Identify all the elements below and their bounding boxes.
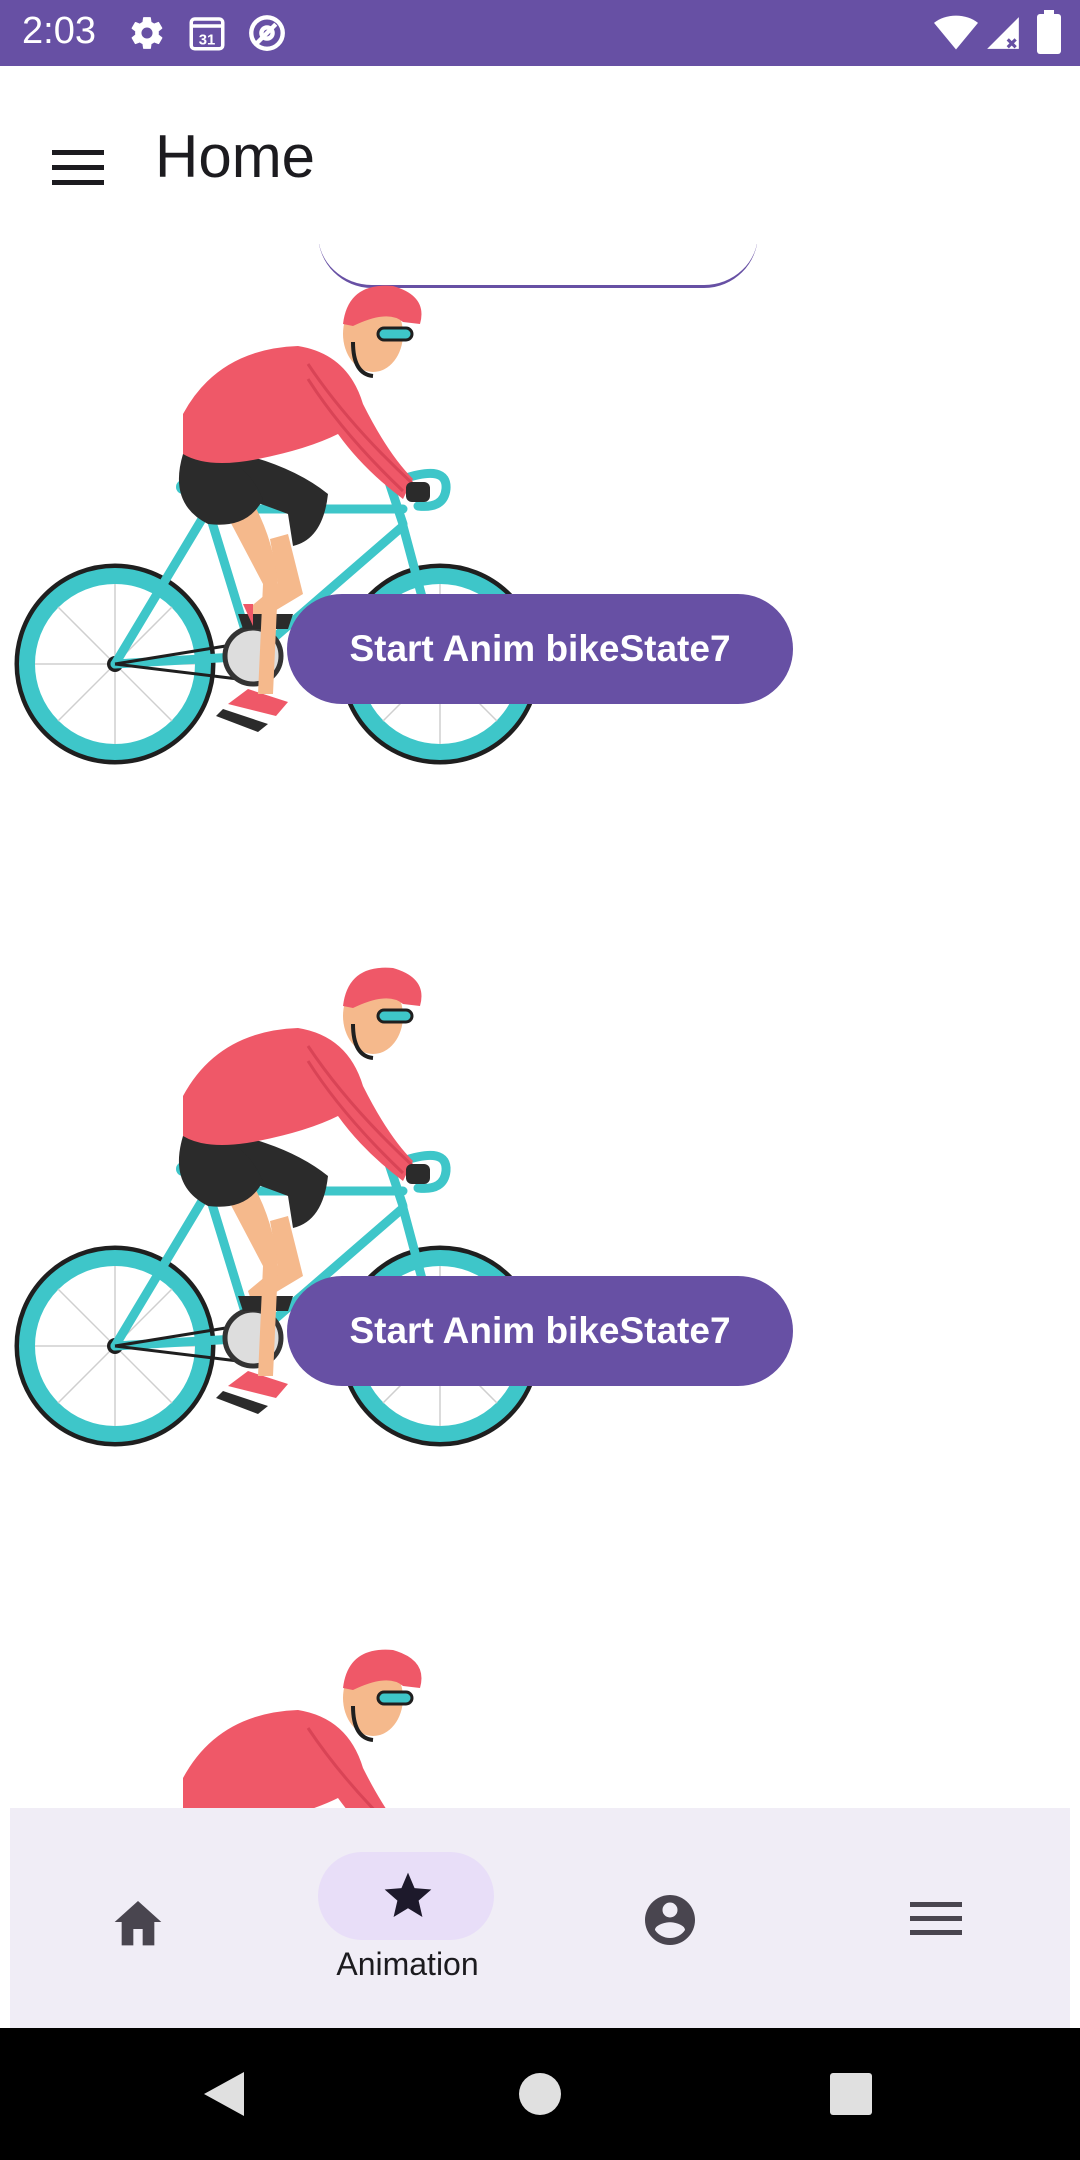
nav-item-menu[interactable] (805, 1808, 1070, 2028)
start-anim-button[interactable]: Start Anim bikeState7 (287, 594, 793, 704)
battery-icon (1036, 10, 1062, 59)
status-time: 2:03 (22, 10, 96, 52)
svg-text:31: 31 (199, 32, 216, 48)
nav-label-animation: Animation (336, 1946, 479, 1982)
screen: 2:03 31 Home Start Anim bikeState7 Start… (0, 0, 1080, 2160)
wifi-icon (934, 14, 978, 57)
back-icon[interactable] (200, 2068, 250, 2125)
status-bar: 2:03 31 (0, 0, 1080, 66)
page-title: Home (155, 123, 316, 190)
system-navigation-bar (0, 2028, 1080, 2160)
nav-item-animation[interactable] (275, 1808, 540, 2028)
gear-icon (128, 14, 166, 57)
cyclist-image (8, 966, 548, 1466)
at-sign-icon (246, 12, 288, 59)
scroll-content[interactable]: Start Anim bikeState7 Start Anim bikeSta… (0, 244, 1080, 1808)
home-icon (110, 1896, 166, 1953)
hamburger-menu-icon[interactable] (30, 116, 126, 212)
top-app-bar: Home (0, 66, 1080, 244)
recents-square-icon[interactable] (830, 2073, 872, 2120)
star-icon (380, 1868, 436, 1929)
cyclist-image (8, 1648, 548, 1808)
signal-icon (984, 14, 1022, 57)
nav-item-home[interactable] (10, 1808, 275, 2028)
bottom-navigation: Animation (10, 1808, 1070, 2028)
account-circle-icon (640, 1890, 700, 1955)
start-anim-button[interactable]: Start Anim bikeState7 (287, 1276, 793, 1386)
list-menu-icon (910, 1900, 962, 1943)
cyclist-image (8, 284, 548, 784)
partial-button[interactable] (318, 244, 758, 288)
home-circle-icon[interactable] (518, 2072, 562, 2121)
nav-item-profile[interactable] (540, 1808, 805, 2028)
calendar-icon: 31 (186, 12, 228, 59)
